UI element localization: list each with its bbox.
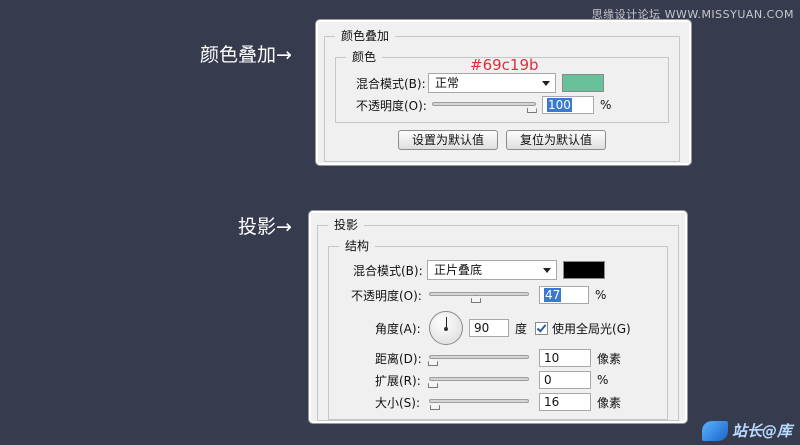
chevron-down-icon <box>543 268 551 273</box>
blend-mode-value: 正常 <box>435 76 460 90</box>
size-slider[interactable] <box>429 395 529 410</box>
spread-value: 0 <box>544 373 552 387</box>
color-overlay-panel: 颜色叠加 颜色 #69c19b 混合模式(B): 正常 不透明度(O): 100… <box>316 20 691 165</box>
distance-input[interactable]: 10 <box>539 349 591 367</box>
angle-row: 角度(A): 90 度 使用全局光(G) <box>375 310 631 346</box>
distance-value: 10 <box>544 351 560 365</box>
color-overlay-group-title: 颜色叠加 <box>335 29 396 43</box>
drop-shadow-group-title: 投影 <box>328 218 365 232</box>
structure-subgroup-title: 结构 <box>339 239 376 253</box>
blend-mode-select[interactable]: 正常 <box>428 73 556 93</box>
opacity-slider-thumb[interactable] <box>526 105 537 113</box>
spread-slider-track <box>429 377 529 381</box>
distance-row: 距离(D): 10 像素 <box>375 347 621 369</box>
angle-value: 90 <box>474 321 490 335</box>
set-default-button[interactable]: 设置为默认值 <box>398 130 498 150</box>
spread-label: 扩展(R): <box>375 373 421 388</box>
overlay-color-swatch[interactable] <box>562 74 604 92</box>
color-overlay-opacity-row: 不透明度(O): 100 % <box>356 94 611 116</box>
shadow-opacity-slider[interactable] <box>429 288 529 303</box>
drop-shadow-side-label: 投影→ <box>238 216 292 238</box>
spread-input[interactable]: 0 <box>539 371 591 389</box>
size-label: 大小(S): <box>375 395 421 410</box>
color-overlay-side-label: 颜色叠加→ <box>200 44 292 66</box>
shadow-blend-row: 混合模式(B): 正片叠底 <box>353 259 605 281</box>
shadow-opacity-slider-track <box>429 292 529 296</box>
angle-unit: 度 <box>515 321 528 336</box>
angle-dial-center <box>444 327 448 331</box>
global-light-label[interactable]: 使用全局光(G) <box>552 320 631 337</box>
reset-default-button[interactable]: 复位为默认值 <box>506 130 606 150</box>
watermark-bottom-text: 站长@库 <box>731 422 792 440</box>
shadow-opacity-input[interactable]: 47 <box>539 286 589 304</box>
angle-input[interactable]: 90 <box>469 319 509 337</box>
chevron-down-icon <box>542 81 550 86</box>
shadow-opacity-slider-thumb[interactable] <box>471 295 481 303</box>
check-icon <box>536 321 547 333</box>
angle-dial[interactable] <box>429 311 463 345</box>
size-value: 16 <box>544 395 560 409</box>
shadow-opacity-row: 不透明度(O): 47 % <box>351 284 606 306</box>
opacity-slider-track <box>432 102 536 106</box>
shadow-blend-mode-value: 正片叠底 <box>434 263 483 277</box>
shadow-blend-mode-label: 混合模式(B): <box>353 263 423 278</box>
distance-unit: 像素 <box>597 351 622 366</box>
shadow-opacity-unit: % <box>595 288 607 302</box>
color-overlay-blend-row: 混合模式(B): 正常 <box>356 72 604 94</box>
opacity-unit: % <box>600 98 612 112</box>
shadow-color-swatch[interactable] <box>563 261 605 279</box>
spread-unit: % <box>597 373 609 387</box>
shadow-blend-mode-select[interactable]: 正片叠底 <box>427 260 557 280</box>
spread-row: 扩展(R): 0 % <box>375 369 608 391</box>
blend-mode-label: 混合模式(B): <box>356 76 426 91</box>
opacity-label: 不透明度(O): <box>356 98 427 113</box>
opacity-value: 100 <box>547 98 572 112</box>
size-slider-thumb[interactable] <box>430 402 440 410</box>
size-row: 大小(S): 16 像素 <box>375 391 621 413</box>
distance-label: 距离(D): <box>375 351 422 366</box>
distance-slider-thumb[interactable] <box>428 358 438 366</box>
watermark-bottom: 站长@库 <box>701 420 792 441</box>
opacity-input[interactable]: 100 <box>542 96 594 114</box>
color-subgroup-title: 颜色 <box>346 50 383 64</box>
shadow-opacity-value: 47 <box>544 288 562 302</box>
shadow-opacity-label: 不透明度(O): <box>351 288 422 303</box>
site-logo-icon <box>701 420 728 441</box>
distance-slider[interactable] <box>428 351 529 366</box>
global-light-checkbox[interactable] <box>535 321 549 335</box>
angle-label: 角度(A): <box>375 321 421 336</box>
opacity-slider[interactable] <box>432 98 537 113</box>
distance-slider-track <box>429 355 529 359</box>
spread-slider-thumb[interactable] <box>428 380 438 388</box>
spread-slider[interactable] <box>428 373 529 388</box>
size-slider-track <box>429 399 529 403</box>
size-input[interactable]: 16 <box>539 393 591 411</box>
drop-shadow-panel: 投影 结构 混合模式(B): 正片叠底 不透明度(O): 47 % 角度(A):… <box>309 211 687 423</box>
size-unit: 像素 <box>597 395 622 410</box>
